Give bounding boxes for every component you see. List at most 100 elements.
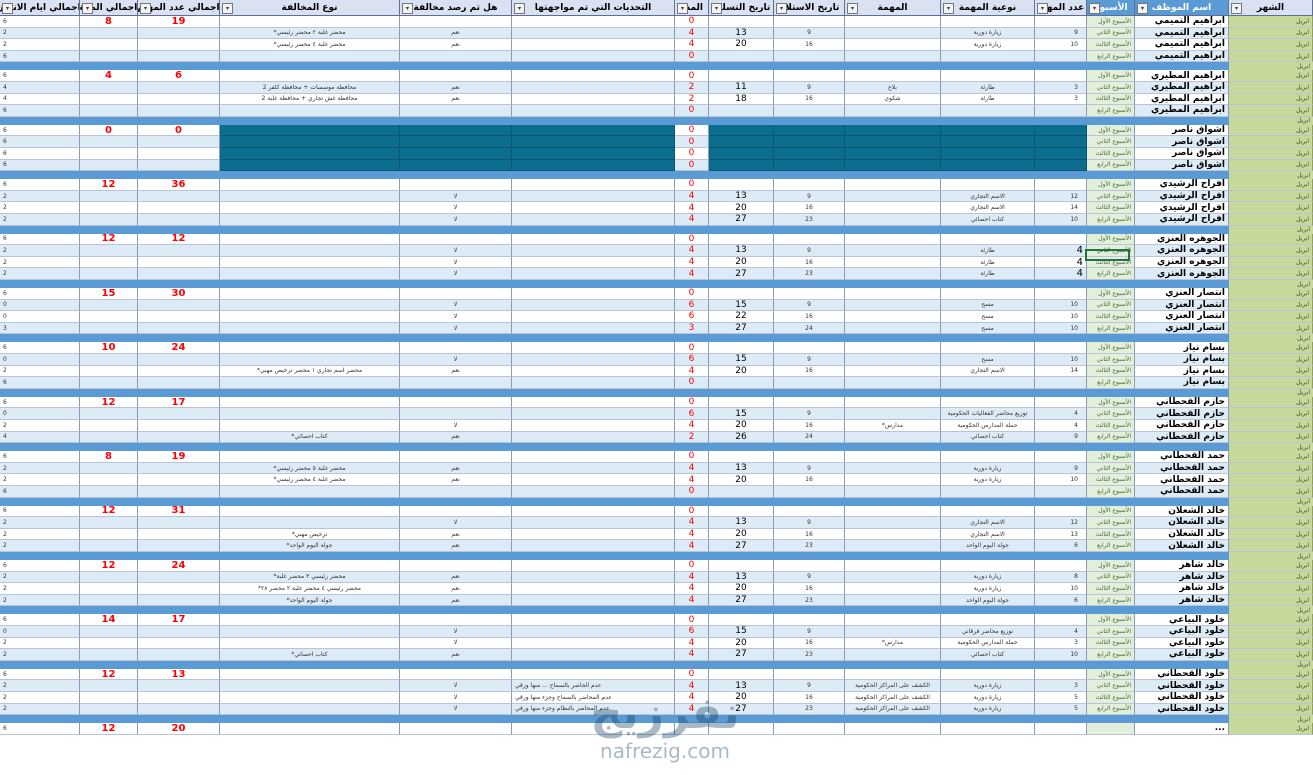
delivery-date-cell[interactable] xyxy=(709,179,774,191)
duration-cell[interactable]: 6 xyxy=(675,626,709,638)
employee-name-cell[interactable]: بسام نياز xyxy=(1135,342,1229,354)
employee-name-cell[interactable]: الجوهره العنزي xyxy=(1135,268,1229,280)
challenges-cell[interactable]: عدم المحاضر بالنظام وجزء منها ورقي xyxy=(512,703,675,716)
total-duration-cell[interactable] xyxy=(80,517,138,529)
total-duration-cell[interactable] xyxy=(80,420,138,432)
month-cell[interactable]: ابريل xyxy=(1229,342,1313,354)
assign-date-cell[interactable]: 16 xyxy=(774,93,845,106)
assign-date-cell[interactable] xyxy=(774,723,845,735)
violation-flag-cell[interactable]: لا xyxy=(400,680,512,692)
week-cell[interactable]: الأسبوع الرابع xyxy=(1087,159,1135,172)
task-count-cell[interactable]: 5 xyxy=(1035,703,1087,716)
violation-flag-cell[interactable] xyxy=(400,70,512,82)
duration-cell[interactable]: 0 xyxy=(675,70,709,82)
month-cell[interactable]: ابريل xyxy=(1229,660,1313,669)
violation-type-cell[interactable] xyxy=(220,377,400,389)
duration-cell[interactable]: 4 xyxy=(675,637,709,650)
task-count-cell[interactable] xyxy=(1035,377,1087,389)
employee-name-cell[interactable]: حازم القحطاني xyxy=(1135,431,1229,444)
challenges-cell[interactable] xyxy=(512,27,675,40)
assign-date-cell[interactable] xyxy=(774,668,845,681)
delivery-date-cell[interactable]: 20 xyxy=(709,256,774,269)
assign-date-cell[interactable] xyxy=(774,233,845,246)
assign-date-cell[interactable]: 16 xyxy=(774,202,845,214)
week-cell[interactable]: الأسبوع الرابع xyxy=(1087,431,1135,444)
duration-cell[interactable]: 0 xyxy=(675,614,709,626)
delivery-date-cell[interactable]: 27 xyxy=(709,703,774,716)
task-count-cell[interactable] xyxy=(1035,505,1087,518)
task-count-cell[interactable]: 10 xyxy=(1035,649,1087,661)
violation-flag-cell[interactable] xyxy=(400,342,512,354)
task-cell[interactable] xyxy=(845,39,941,51)
week-cell[interactable]: الأسبوع الثاني xyxy=(1087,190,1135,203)
total-days-cell[interactable]: 6 xyxy=(0,148,80,160)
month-cell[interactable]: ابريل xyxy=(1229,16,1313,28)
assign-date-cell[interactable] xyxy=(774,396,845,409)
duration-cell[interactable]: 4 xyxy=(675,583,709,595)
violation-flag-cell[interactable]: لا xyxy=(400,311,512,323)
total-days-cell[interactable]: 6 xyxy=(0,342,80,354)
task-cell[interactable] xyxy=(845,583,941,595)
total-days-cell[interactable]: 6 xyxy=(0,723,80,735)
total-days-cell[interactable]: 2 xyxy=(0,245,80,257)
assign-date-cell[interactable]: 16 xyxy=(774,39,845,51)
week-cell[interactable]: الأسبوع الثاني xyxy=(1087,299,1135,312)
month-cell[interactable]: ابريل xyxy=(1229,637,1313,650)
filter-dropdown-icon[interactable]: ▾ xyxy=(402,3,413,14)
task-type-cell[interactable]: زيارة دورية xyxy=(941,583,1035,595)
task-cell[interactable] xyxy=(845,474,941,486)
duration-cell[interactable]: 0 xyxy=(675,124,709,137)
total-tasks-cell[interactable] xyxy=(138,159,220,172)
duration-cell[interactable]: 6 xyxy=(675,408,709,420)
total-days-cell[interactable]: 2 xyxy=(0,256,80,269)
violation-type-cell[interactable] xyxy=(220,136,400,148)
violation-type-cell[interactable] xyxy=(220,408,400,420)
week-cell[interactable]: الأسبوع الرابع xyxy=(1087,377,1135,389)
month-cell[interactable]: ابريل xyxy=(1229,159,1313,172)
assign-date-cell[interactable]: 9 xyxy=(774,408,845,420)
task-type-cell[interactable]: زيارة دورية xyxy=(941,462,1035,475)
total-duration-cell[interactable] xyxy=(80,299,138,312)
duration-cell[interactable]: 0 xyxy=(675,668,709,681)
week-cell[interactable] xyxy=(1087,723,1135,735)
violation-flag-cell[interactable]: لا xyxy=(400,214,512,226)
task-type-cell[interactable] xyxy=(941,288,1035,300)
delivery-date-cell[interactable]: 13 xyxy=(709,27,774,40)
assign-date-cell[interactable] xyxy=(774,136,845,148)
week-cell[interactable]: الأسبوع الثاني xyxy=(1087,245,1135,257)
delivery-date-cell[interactable]: 13 xyxy=(709,517,774,529)
duration-cell[interactable]: 2 xyxy=(675,82,709,94)
total-duration-cell[interactable]: 12 xyxy=(80,396,138,409)
employee-name-cell[interactable]: ابراهيم المطيري xyxy=(1135,93,1229,106)
task-cell[interactable] xyxy=(845,202,941,214)
duration-cell[interactable]: 0 xyxy=(675,486,709,498)
employee-name-cell[interactable]: ابراهيم التميمي xyxy=(1135,27,1229,40)
delivery-date-cell[interactable] xyxy=(709,136,774,148)
violation-flag-cell[interactable]: لا xyxy=(400,256,512,269)
violation-flag-cell[interactable] xyxy=(400,179,512,191)
delivery-date-cell[interactable] xyxy=(709,377,774,389)
duration-cell[interactable]: 4 xyxy=(675,420,709,432)
month-cell[interactable]: ابريل xyxy=(1229,668,1313,681)
week-cell[interactable]: الأسبوع الثالث xyxy=(1087,202,1135,214)
total-tasks-cell[interactable] xyxy=(138,703,220,716)
violation-flag-cell[interactable]: نعم xyxy=(400,82,512,94)
challenges-cell[interactable] xyxy=(512,311,675,323)
total-days-cell[interactable]: 6 xyxy=(0,124,80,137)
week-cell[interactable]: الأسبوع الثاني xyxy=(1087,27,1135,40)
violation-type-cell[interactable] xyxy=(220,288,400,300)
challenges-cell[interactable] xyxy=(512,723,675,735)
week-cell[interactable]: الأسبوع الرابع xyxy=(1087,322,1135,335)
violation-type-cell[interactable]: *ترخيص مهني xyxy=(220,528,400,541)
total-days-cell[interactable]: 0 xyxy=(0,299,80,312)
delivery-date-cell[interactable]: 15 xyxy=(709,354,774,366)
week-cell[interactable]: الأسبوع الثالث xyxy=(1087,692,1135,704)
violation-flag-cell[interactable] xyxy=(400,723,512,735)
assign-date-cell[interactable]: 9 xyxy=(774,82,845,94)
task-cell[interactable] xyxy=(845,342,941,354)
total-tasks-cell[interactable] xyxy=(138,322,220,335)
employee-name-cell[interactable]: بسام نياز xyxy=(1135,377,1229,389)
task-cell[interactable] xyxy=(845,214,941,226)
challenges-cell[interactable] xyxy=(512,299,675,312)
violation-type-cell[interactable] xyxy=(220,322,400,335)
